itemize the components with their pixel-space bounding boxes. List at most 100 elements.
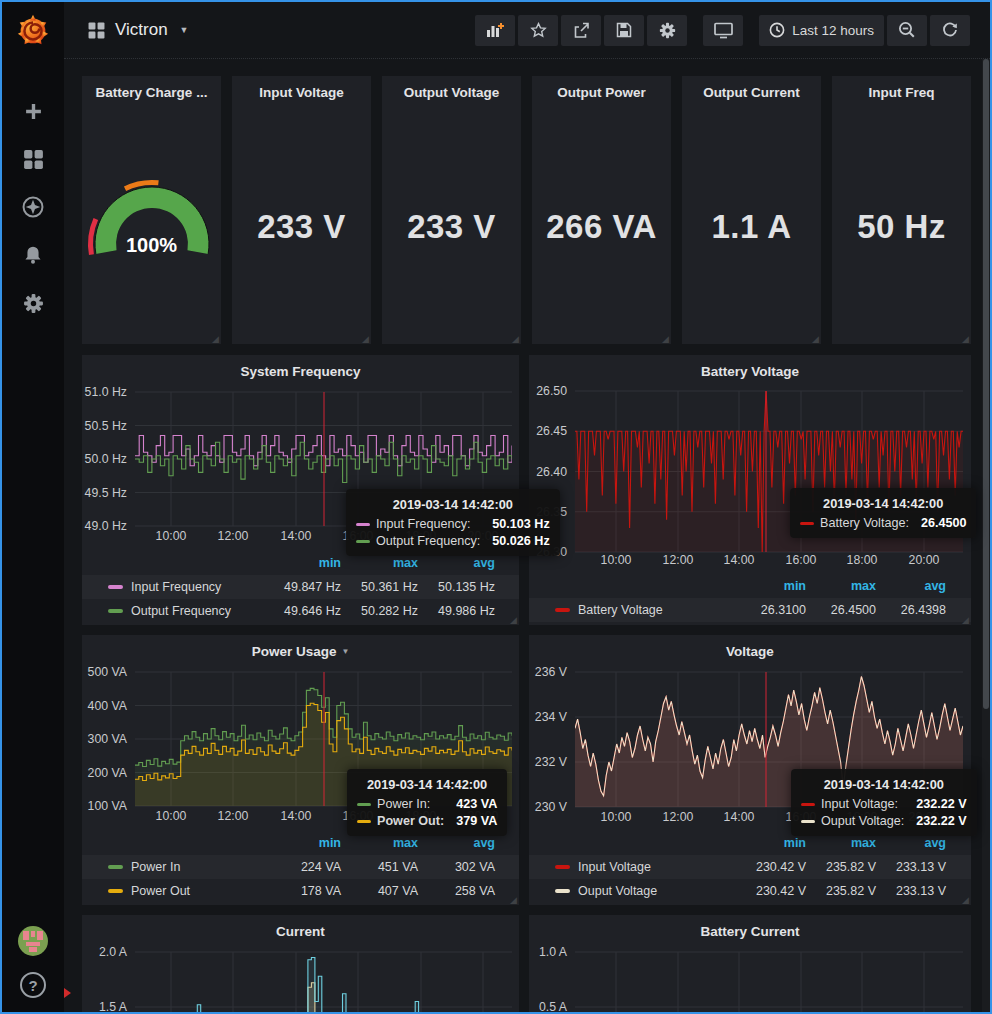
resize-handle[interactable]: ◢ (510, 895, 517, 905)
refresh-button[interactable] (930, 15, 970, 46)
chart-legend: minmaxavgPower In224 VA451 VA302 VAPower… (82, 831, 519, 903)
zoom-out-button[interactable] (887, 15, 927, 46)
resize-handle[interactable]: ◢ (962, 895, 969, 905)
legend-series-label[interactable]: Output Frequency (131, 604, 264, 618)
legend-col-max[interactable]: max (806, 579, 876, 593)
legend-row[interactable]: Ouput Voltage230.42 V235.82 V233.13 V (529, 879, 971, 903)
legend-series-label[interactable]: Input Frequency (131, 580, 264, 594)
share-button[interactable] (561, 15, 601, 46)
tooltip-series-value: 423 VA (444, 797, 497, 811)
legend-col-max[interactable]: max (341, 556, 418, 570)
legend-col-avg[interactable]: avg (876, 836, 946, 850)
panel-title[interactable]: Output Voltage (382, 76, 521, 104)
add-panel-button[interactable] (475, 15, 515, 46)
legend-row[interactable]: Input Frequency49.847 Hz50.361 Hz50.135 … (82, 575, 519, 599)
dashboards-icon[interactable] (22, 148, 44, 170)
svg-text:200 VA: 200 VA (88, 766, 128, 780)
svg-text:12:00: 12:00 (218, 529, 249, 543)
dashboard-title: Victron (115, 20, 168, 40)
resize-handle[interactable]: ◢ (510, 615, 517, 625)
dashboard-breadcrumb[interactable]: Victron ▼ (88, 20, 189, 40)
tooltip-series-row: Battery Voltage:26.4500 (800, 516, 966, 530)
series-color-icon (555, 608, 570, 612)
legend-series-label[interactable]: Power In (131, 860, 264, 874)
svg-text:20:00: 20:00 (909, 553, 940, 567)
legend-col-min[interactable]: min (264, 556, 341, 570)
stat-value: 1.1 A (682, 208, 821, 246)
legend-value: 407 VA (341, 884, 418, 898)
series-color-icon (555, 889, 570, 893)
tooltip-series-row: Output Frequency:50.026 Hz (356, 534, 550, 548)
help-icon[interactable]: ? (20, 972, 46, 998)
legend-col-max[interactable]: max (341, 836, 418, 850)
legend-value: 178 VA (264, 884, 341, 898)
tooltip-series-label: Input Frequency: (376, 517, 471, 531)
tooltip-timestamp: 2019-03-14 14:42:00 (800, 496, 966, 511)
panel-title[interactable]: Input Freq (832, 76, 971, 104)
user-avatar[interactable] (18, 926, 48, 956)
tooltip-series-value: 232.22 V (904, 797, 966, 811)
current-chart[interactable]: 2.0 A1.5 A (82, 915, 519, 1012)
svg-text:232 V: 232 V (535, 755, 568, 769)
legend-series-label[interactable]: Input Voltage (578, 860, 736, 874)
svg-text:49.0 Hz: 49.0 Hz (85, 519, 127, 533)
settings-button[interactable] (647, 15, 687, 46)
graph-tooltip: 2019-03-14 14:42:00 Battery Voltage:26.45… (790, 488, 976, 538)
legend-col-avg[interactable]: avg (876, 579, 946, 593)
svg-text:14:00: 14:00 (281, 809, 312, 823)
legend-col-min[interactable]: min (264, 836, 341, 850)
legend-row[interactable]: Power In224 VA451 VA302 VA (82, 855, 519, 879)
tooltip-series-label: Ouput Voltage: (821, 814, 904, 828)
legend-value: 451 VA (341, 860, 418, 874)
battery-current-chart[interactable]: 1.0 A0.5 A (529, 915, 971, 1012)
svg-text:10:00: 10:00 (156, 809, 187, 823)
resize-handle[interactable]: ◢ (962, 615, 969, 625)
time-range-button[interactable]: Last 12 hours (759, 15, 884, 46)
scrollbar-thumb[interactable] (983, 59, 989, 709)
save-button[interactable] (604, 15, 644, 46)
legend-col-max[interactable]: max (806, 836, 876, 850)
legend-col-min[interactable]: min (736, 836, 806, 850)
panel-title[interactable]: Output Power (532, 76, 671, 104)
legend-series-label[interactable]: Battery Voltage (578, 603, 736, 617)
svg-text:10:00: 10:00 (156, 529, 187, 543)
scrollbar[interactable] (982, 59, 990, 1012)
legend-row[interactable]: Input Voltage230.42 V235.82 V233.13 V (529, 855, 971, 879)
tooltip-timestamp: 2019-03-14 14:42:00 (801, 777, 967, 792)
resize-handle[interactable]: ◢ (812, 334, 819, 344)
legend-row[interactable]: Output Frequency49.646 Hz50.282 Hz49.986… (82, 599, 519, 623)
legend-row[interactable]: Power Out178 VA407 VA258 VA (82, 879, 519, 903)
create-icon[interactable] (22, 100, 44, 122)
legend-col-avg[interactable]: avg (418, 556, 495, 570)
tooltip-timestamp: 2019-03-14 14:42:00 (356, 497, 550, 512)
legend-value: 26.4500 (806, 603, 876, 617)
explore-icon[interactable] (22, 196, 44, 218)
legend-series-label[interactable]: Ouput Voltage (578, 884, 736, 898)
stat-value: 233 V (232, 208, 371, 246)
legend-col-avg[interactable]: avg (418, 836, 495, 850)
star-button[interactable] (518, 15, 558, 46)
grafana-logo[interactable] (2, 2, 64, 58)
legend-series-label[interactable]: Power Out (131, 884, 264, 898)
legend-col-min[interactable]: min (736, 579, 806, 593)
tooltip-series-row: Input Voltage:232.22 V (801, 797, 967, 811)
legend-row[interactable]: Battery Voltage26.310026.450026.4398 (529, 598, 971, 622)
alerting-bell-icon[interactable] (22, 244, 44, 266)
series-color-icon (356, 523, 370, 526)
resize-handle[interactable]: ◢ (212, 334, 219, 344)
resize-handle[interactable]: ◢ (362, 334, 369, 344)
legend-value: 49.646 Hz (264, 604, 341, 618)
time-range-label: Last 12 hours (792, 23, 874, 38)
svg-text:26.45: 26.45 (536, 424, 567, 438)
panel-title[interactable]: Input Voltage (232, 76, 371, 104)
configuration-gear-icon[interactable] (22, 292, 44, 314)
chart-legend: minmaxavg Battery Voltage26.310026.450026… (529, 574, 971, 622)
panel-title[interactable]: Output Current (682, 76, 821, 104)
navbar-actions: Last 12 hours (472, 15, 970, 46)
resize-handle[interactable]: ◢ (662, 334, 669, 344)
resize-handle[interactable]: ◢ (512, 334, 519, 344)
resize-handle[interactable]: ◢ (962, 334, 969, 344)
tv-mode-button[interactable] (703, 15, 743, 46)
graph-tooltip: 2019-03-14 14:42:00Input Frequency:50.10… (346, 489, 560, 556)
svg-text:230 V: 230 V (535, 800, 568, 814)
